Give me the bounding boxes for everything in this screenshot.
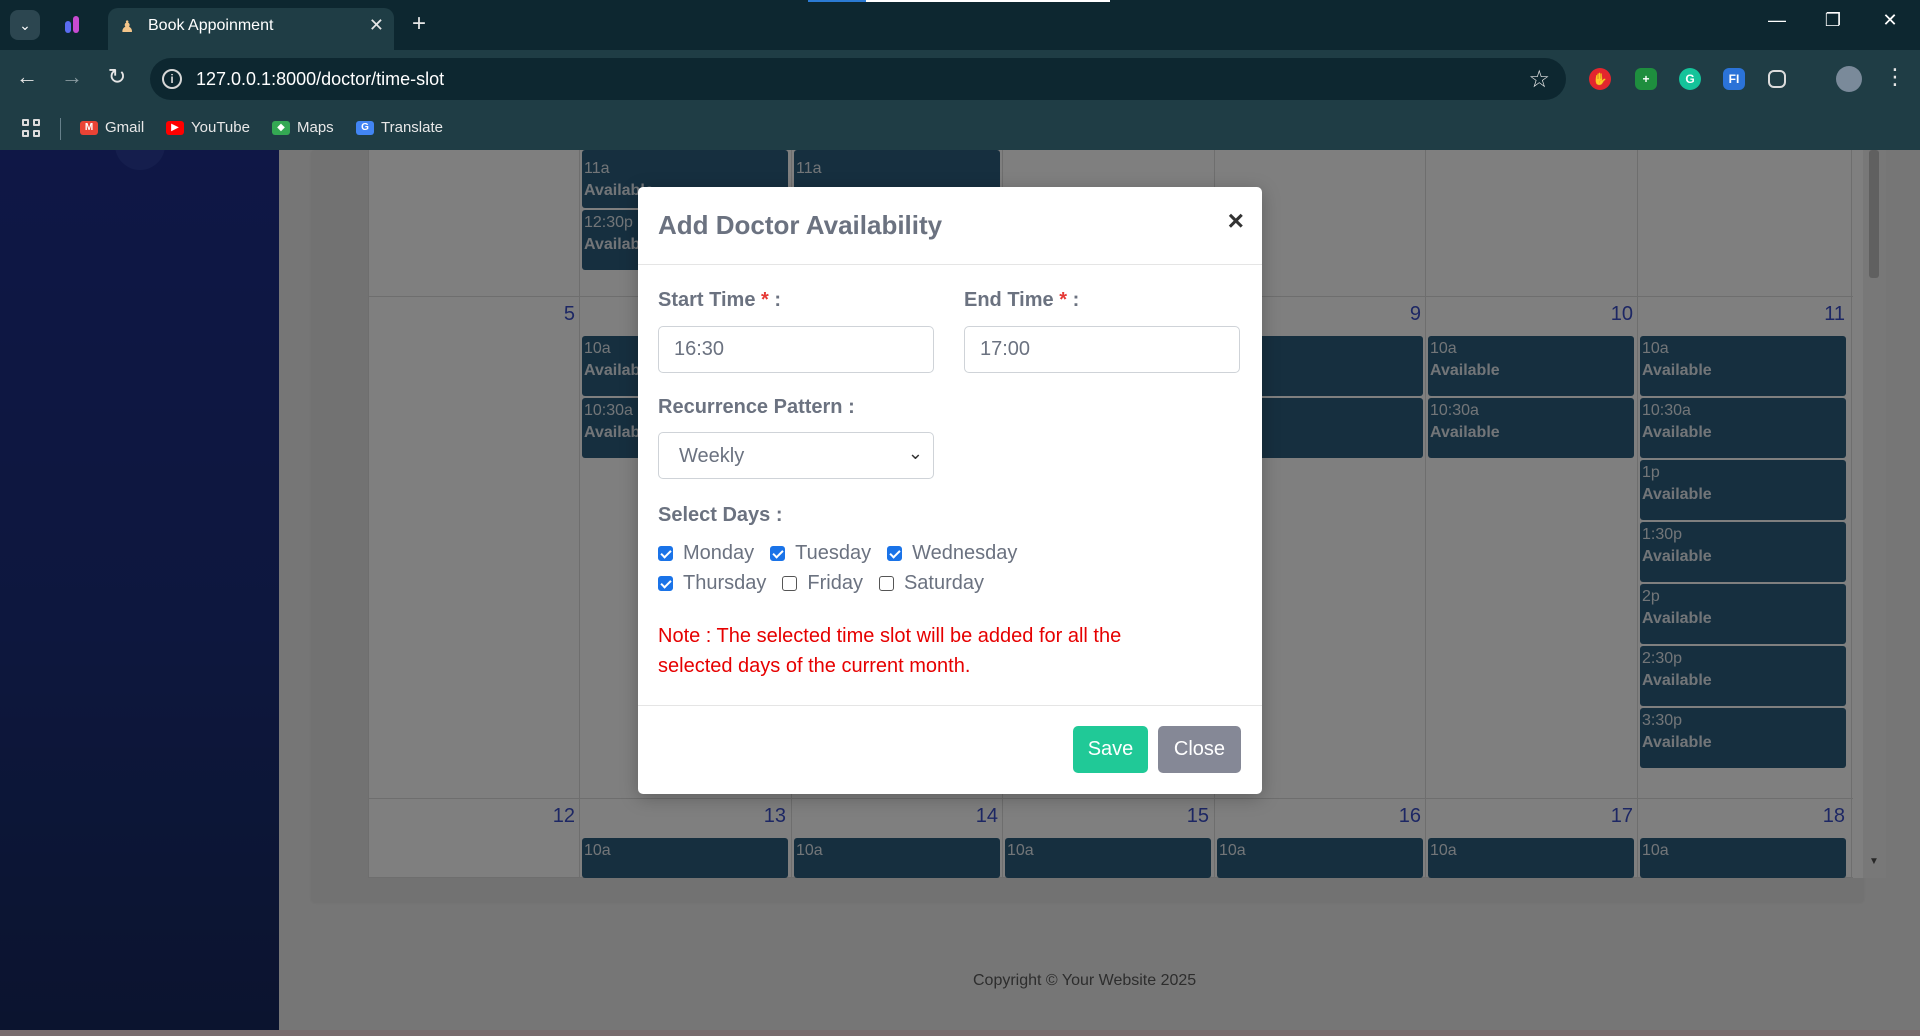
minimize-button[interactable]: — [1757,10,1797,31]
recurrence-pattern-select[interactable]: Weekly ⌄ [658,432,934,479]
day-label: Thursday [683,572,767,594]
apps-grid-icon[interactable] [22,119,42,139]
bookmark-star-icon[interactable]: ☆ [1528,65,1550,94]
day-checkbox-wednesday[interactable]: Wednesday [887,542,1017,565]
translate-icon: G [356,120,374,135]
day-checkbox-tuesday[interactable]: Tuesday [770,542,871,565]
days-row-1: Monday Tuesday Wednesday [658,542,1033,565]
extension-logo-icon[interactable] [62,14,84,36]
start-time-label-text: Start Time [658,289,756,311]
restore-button[interactable]: ❐ [1813,10,1853,31]
close-button[interactable]: Close [1158,726,1241,773]
modal-header: Add Doctor Availability × [638,187,1262,265]
page-load-progress [808,0,866,2]
address-bar[interactable]: i 127.0.0.1:8000/doctor/time-slot ☆ [150,58,1566,100]
youtube-icon: ▶ [166,120,184,135]
day-label: Monday [683,542,755,564]
browser-tab-bar: ⌄ ♟ Book Appoinment ✕ + — ❐ ✕ [0,0,1920,50]
bookmark-label: Gmail [105,119,145,136]
tab-title: Book Appoinment [148,17,274,34]
forward-icon[interactable]: → [57,64,87,90]
bookmark-youtube[interactable]: ▶ YouTube [166,119,250,136]
availability-note: Note : The selected time slot will be ad… [658,625,1122,677]
maps-icon: ◆ [272,120,290,135]
start-time-input[interactable] [658,326,934,373]
extension-green-icon[interactable]: + [1635,68,1657,90]
modal-title: Add Doctor Availability [658,210,943,240]
bookmark-translate[interactable]: G Translate [356,119,443,136]
tab-search-button[interactable]: ⌄ [10,10,40,40]
modal-footer: Save Close [638,705,1262,794]
required-marker: * [761,289,769,311]
doctor-favicon-icon: ♟ [120,19,135,36]
browser-menu-icon[interactable]: ⋮ [1884,64,1906,90]
recurrence-pattern-label: Recurrence Pattern : [658,396,855,418]
recurrence-selected-value: Weekly [679,445,745,467]
profile-avatar[interactable] [1836,66,1862,92]
day-checkbox-friday[interactable]: Friday [782,572,863,595]
end-time-input[interactable] [964,326,1240,373]
back-icon[interactable]: ← [12,64,42,90]
checkbox-unchecked-icon[interactable] [878,576,894,591]
end-time-label-text: End Time [964,289,1054,311]
bookmark-label: Translate [381,119,443,136]
bookmark-label: YouTube [191,119,250,136]
start-time-label: Start Time * : [658,289,781,312]
bookmark-label: Maps [297,119,334,136]
grammarly-icon[interactable]: G [1679,68,1701,90]
required-marker: * [1059,289,1068,311]
end-time-label: End Time * : [964,289,1079,312]
chevron-down-icon: ⌄ [907,443,923,463]
window-close-button[interactable]: ✕ [1870,10,1910,31]
day-label: Wednesday [912,542,1018,564]
day-checkbox-saturday[interactable]: Saturday [878,572,985,595]
save-button[interactable]: Save [1073,726,1148,773]
browser-toolbar: ← → ↻ i 127.0.0.1:8000/doctor/time-slot … [0,50,1920,108]
day-label: Friday [807,572,863,594]
day-checkbox-monday[interactable]: Monday [658,542,754,565]
extension-fi-icon[interactable]: FI [1723,68,1745,90]
checkbox-checked-icon[interactable] [770,546,786,561]
add-availability-modal: Add Doctor Availability × Start Time * :… [638,187,1262,794]
bookmarks-divider [60,118,61,140]
label-suffix: : [768,289,782,311]
gmail-icon: M [80,120,98,135]
days-row-2: Thursday Friday Saturday [658,572,1000,595]
modal-close-icon[interactable]: × [1228,207,1244,235]
checkbox-checked-icon[interactable] [887,546,903,561]
site-info-icon[interactable]: i [162,69,182,89]
tab-close-icon[interactable]: ✕ [369,15,384,36]
extension-red-icon[interactable]: ✋ [1589,68,1611,90]
new-tab-button[interactable]: + [412,10,426,38]
tab-book-appointment[interactable]: ♟ Book Appoinment ✕ [108,8,394,50]
extensions-puzzle-icon[interactable] [1768,70,1786,88]
url-text[interactable]: 127.0.0.1:8000/doctor/time-slot [196,69,444,90]
bookmark-maps[interactable]: ◆ Maps [272,119,334,136]
label-suffix: : [1067,289,1080,311]
day-label: Saturday [903,572,985,594]
select-days-label: Select Days : [658,504,783,526]
checkbox-checked-icon[interactable] [658,576,673,591]
day-label: Tuesday [795,542,872,564]
checkbox-unchecked-icon[interactable] [782,576,798,591]
bookmarks-bar: M Gmail ▶ YouTube ◆ Maps G Translate [0,108,1920,150]
checkbox-checked-icon[interactable] [658,546,673,561]
reload-icon[interactable]: ↻ [102,64,132,90]
bookmark-gmail[interactable]: M Gmail [80,119,144,136]
day-checkbox-thursday[interactable]: Thursday [658,572,766,595]
